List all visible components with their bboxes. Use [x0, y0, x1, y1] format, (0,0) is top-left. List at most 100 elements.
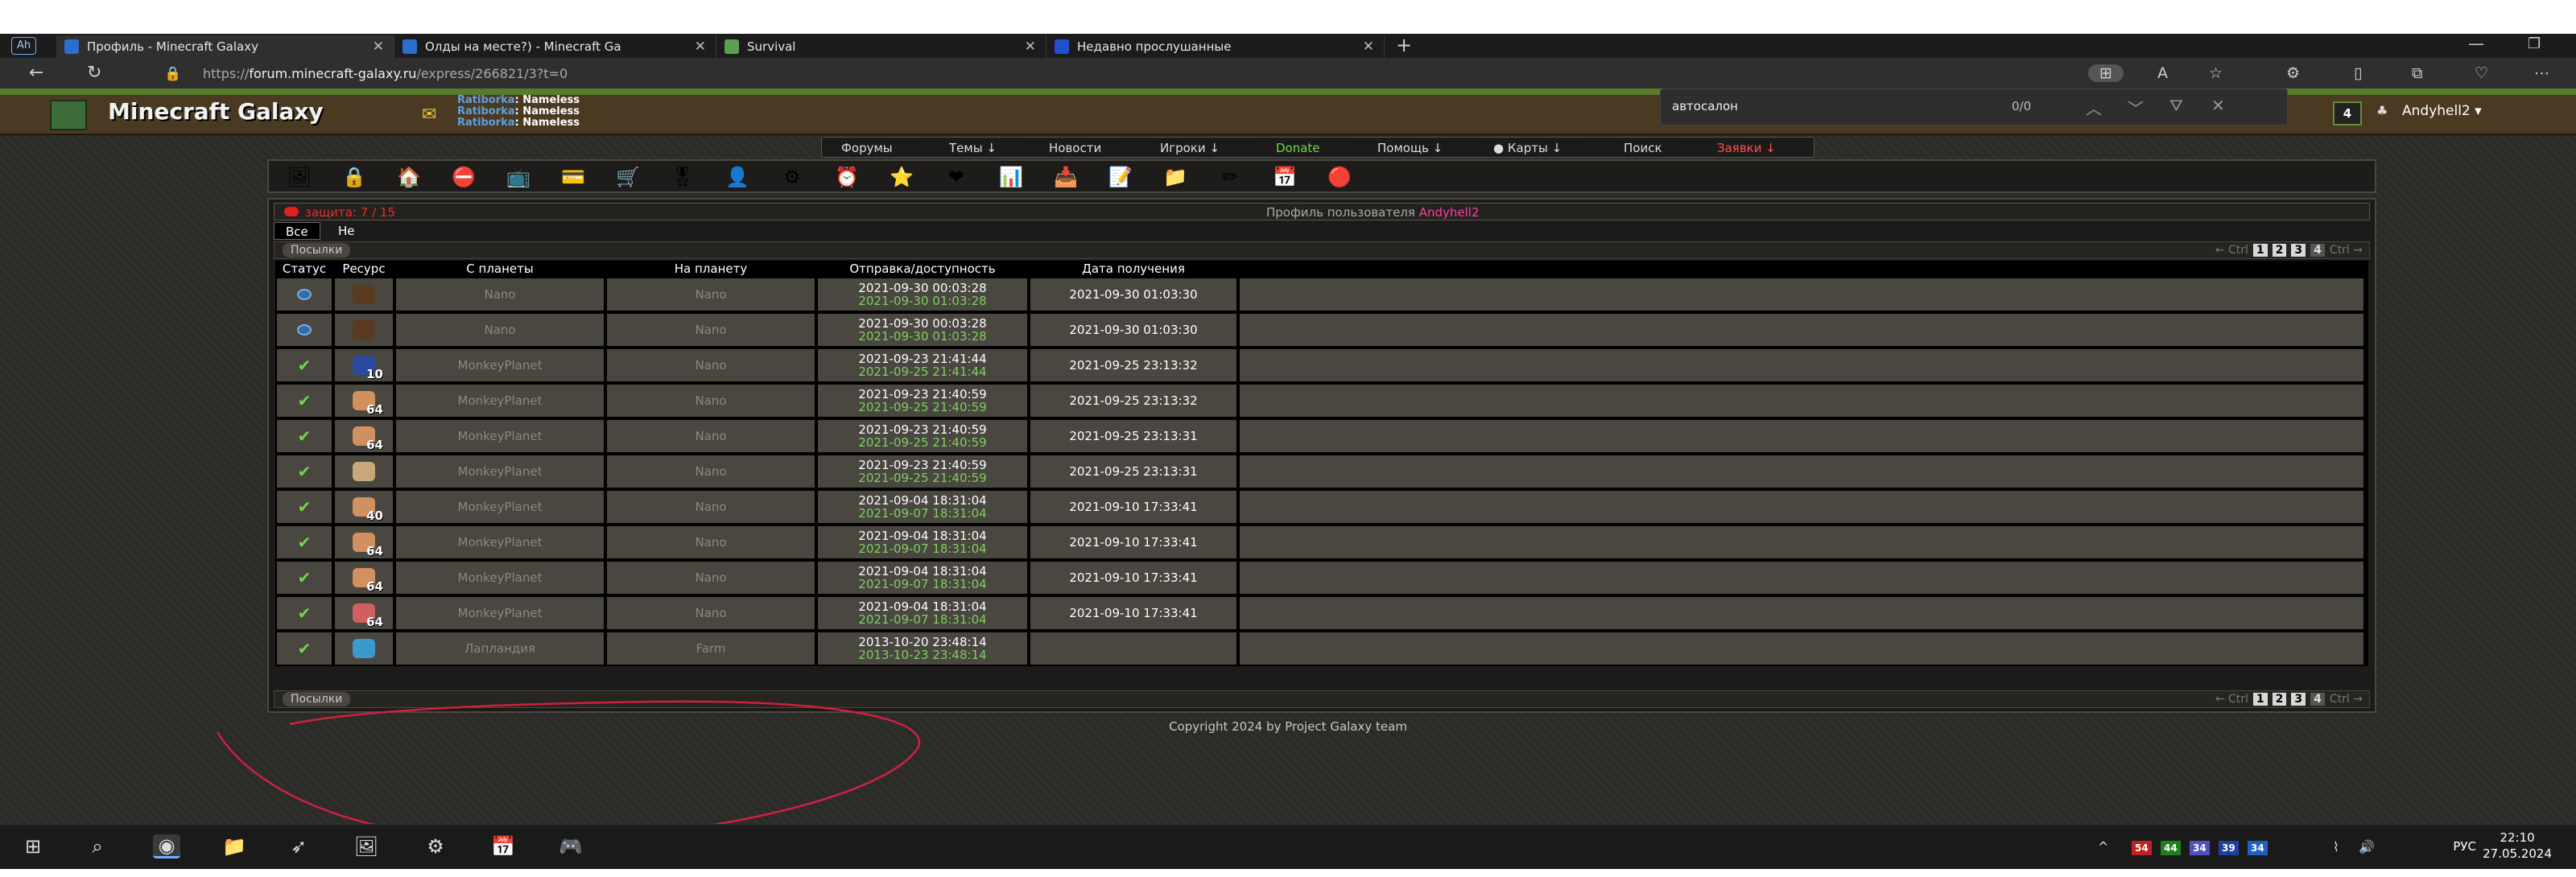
new-tab-button[interactable]: + — [1396, 34, 1412, 56]
refresh-icon[interactable]: ↻ — [87, 63, 101, 83]
calendar-icon[interactable]: 📅 — [1270, 166, 1299, 188]
picture-icon[interactable]: 🖼 — [285, 166, 314, 188]
home-icon[interactable]: 🏠 — [394, 166, 423, 188]
back-icon[interactable]: ← — [29, 63, 43, 83]
tab-close-icon[interactable]: ✕ — [695, 39, 706, 55]
page-1-bottom[interactable]: 1 — [2252, 693, 2268, 706]
star-icon[interactable]: ⭐ — [887, 166, 916, 188]
table-row[interactable]: ✔ 40 MonkeyPlanet Nano 2021-09-04 18:31:04 20… — [275, 489, 2368, 525]
creeper-logo-icon[interactable] — [50, 100, 87, 130]
filter-not-accepted[interactable]: Не принятые — [327, 222, 412, 256]
tray-app-icon[interactable]: 34 — [2190, 841, 2210, 855]
lock-icon[interactable]: 🔒 — [340, 166, 369, 188]
table-row[interactable]: ✔ 64 MonkeyPlanet Nano 2021-09-23 21:40:59 20… — [275, 418, 2368, 454]
tray-app-icon[interactable]: 54 — [2132, 841, 2152, 855]
pager-prev-bottom[interactable]: ← Ctrl — [2215, 693, 2248, 706]
menu-item-3[interactable]: Новости — [1049, 141, 1101, 155]
discord-icon[interactable]: 🎮 — [557, 834, 584, 858]
clock[interactable]: 22:10 27.05.2024 — [2483, 830, 2552, 862]
red-dot-icon[interactable]: 🔴 — [1325, 166, 1354, 188]
windows-start-icon[interactable]: ⊞ — [19, 834, 47, 858]
nick-name[interactable]: Ratiborka — [457, 94, 515, 106]
collections-icon[interactable]: ⧉ — [2412, 64, 2423, 82]
url-field[interactable]: https://forum.minecraft-galaxy.ru/expres… — [203, 66, 568, 81]
filter-all[interactable]: Все — [274, 222, 320, 240]
site-title[interactable]: Minecraft Galaxy — [108, 98, 324, 125]
inbox-icon[interactable]: 📥 — [1051, 166, 1080, 188]
tray-app-icon[interactable]: 44 — [2161, 841, 2181, 855]
menu-item-8[interactable]: Поиск — [1624, 141, 1662, 155]
browser-tab-1[interactable]: Профиль - Minecraft Galaxy ✕ — [56, 35, 394, 58]
card-icon[interactable]: 💳 — [559, 166, 588, 188]
pager-next[interactable]: Ctrl → — [2330, 244, 2363, 257]
close-icon[interactable]: ✕ — [2211, 96, 2225, 115]
image-app-icon[interactable]: 🖼 — [353, 834, 380, 858]
user-icon[interactable]: 👤 — [723, 166, 752, 188]
table-row[interactable]: ✔ 10 MonkeyPlanet Nano 2021-09-23 21:41:44 20… — [275, 348, 2368, 383]
tab-close-icon[interactable]: ✕ — [1025, 39, 1036, 55]
menu-item-4[interactable]: Игроки ↓ — [1160, 141, 1220, 155]
profile-badge[interactable]: Ah — [11, 37, 37, 55]
pager-next-bottom[interactable]: Ctrl → — [2330, 693, 2363, 706]
nick-name[interactable]: Ratiborka — [457, 105, 515, 117]
filter-icon[interactable]: ⛛ — [2169, 96, 2183, 115]
menu-item-7[interactable]: ● Карты ↓ — [1493, 141, 1562, 155]
tray-app-icon[interactable]: 34 — [2248, 841, 2268, 855]
message-count-badge[interactable]: 4 — [2333, 101, 2362, 126]
favorite-star-icon[interactable]: ☆ — [2209, 64, 2223, 82]
forbidden-icon[interactable]: ⛔ — [449, 166, 478, 188]
edit-icon[interactable]: ✏ — [1216, 166, 1245, 188]
table-row[interactable]: ✔ 64 MonkeyPlanet Nano 2021-09-04 18:31:04 20… — [275, 525, 2368, 560]
browser-tab-4[interactable]: Недавно прослушанные ✕ — [1046, 35, 1385, 58]
table-row[interactable]: Nano Nano 2021-09-30 00:03:28 2021-09-30 01… — [275, 312, 2368, 348]
menu-item-9[interactable]: Заявки ↓ — [1717, 141, 1776, 155]
page-2-bottom[interactable]: 2 — [2272, 693, 2287, 706]
table-row[interactable]: ✔ 64 MonkeyPlanet Nano 2021-09-04 18:31:04 20… — [275, 560, 2368, 595]
table-row[interactable]: Nano Nano 2021-09-30 00:03:28 2021-09-30 01… — [275, 277, 2368, 312]
tab-close-icon[interactable]: ✕ — [373, 39, 384, 55]
split-screen-icon[interactable]: ▯ — [2354, 64, 2362, 82]
page-3-bottom[interactable]: 3 — [2291, 693, 2306, 706]
table-row[interactable]: ✔ 64 MonkeyPlanet Nano 2021-09-23 21:40:59 20… — [275, 383, 2368, 418]
feather-app-icon[interactable]: ➶ — [285, 834, 312, 858]
input-language[interactable]: РУС — [2453, 839, 2476, 854]
menu-item-5[interactable]: Donate — [1276, 141, 1320, 155]
calendar-app-icon[interactable]: 📅 — [489, 834, 517, 858]
mail-icon[interactable]: ✉ — [422, 105, 436, 125]
shield-heart-icon[interactable]: ♡ — [2475, 64, 2488, 82]
medal-icon[interactable]: 🎖 — [668, 166, 697, 188]
nick-name[interactable]: Ratiborka — [457, 117, 515, 129]
pager-prev[interactable]: ← Ctrl — [2215, 244, 2248, 257]
chart-icon[interactable]: 📊 — [997, 166, 1026, 188]
folder-icon[interactable]: 📁 — [1161, 166, 1190, 188]
menu-item-2[interactable]: Темы ↓ — [949, 141, 997, 155]
tray-chevron-icon[interactable]: ^ — [2098, 839, 2108, 854]
tab-close-icon[interactable]: ✕ — [1363, 39, 1374, 55]
chevron-down-icon[interactable]: ﹀ — [2128, 96, 2144, 119]
page-2[interactable]: 2 — [2272, 244, 2287, 257]
clock-icon[interactable]: ⏰ — [832, 166, 861, 188]
menu-item-6[interactable]: Помощь ↓ — [1377, 141, 1443, 155]
translate-icon[interactable]: ⊞ — [2088, 64, 2124, 82]
tray-app-icon[interactable]: 39 — [2219, 841, 2239, 855]
browser-tab-3[interactable]: Survival ✕ — [716, 35, 1046, 58]
edge-browser-icon[interactable]: ◉ — [153, 834, 180, 858]
browser-tab-2[interactable]: Олды на месте?) - Minecraft Ga ✕ — [394, 35, 716, 58]
steam-icon[interactable]: ⚙ — [422, 834, 449, 858]
page-3[interactable]: 3 — [2291, 244, 2306, 257]
page-1[interactable]: 1 — [2252, 244, 2268, 257]
minimize-icon[interactable]: — — [2468, 34, 2484, 53]
heart-icon[interactable]: ❤ — [942, 166, 971, 188]
volume-icon[interactable]: 🔊 — [2359, 839, 2375, 854]
avatar-icon[interactable]: ♣ — [2376, 103, 2388, 118]
search-icon[interactable]: ⌕ — [84, 834, 111, 858]
profile-user-link[interactable]: Andyhell2 — [1419, 205, 1480, 220]
wifi-icon[interactable]: ⌇ — [2333, 839, 2339, 854]
table-row[interactable]: ✔ MonkeyPlanet Nano 2021-09-23 21:40:59 2021… — [275, 454, 2368, 489]
chevron-up-icon[interactable]: ︿ — [2086, 96, 2102, 119]
screen-icon[interactable]: 📺 — [504, 166, 533, 188]
table-row[interactable]: ✔ Лапландия Farm 2013-10-20 23:48:14 2013-10… — [275, 631, 2368, 666]
menu-item-1[interactable]: Форумы — [841, 141, 893, 155]
restore-icon[interactable]: ❐ — [2528, 35, 2541, 52]
notes-icon[interactable]: 📝 — [1106, 166, 1135, 188]
